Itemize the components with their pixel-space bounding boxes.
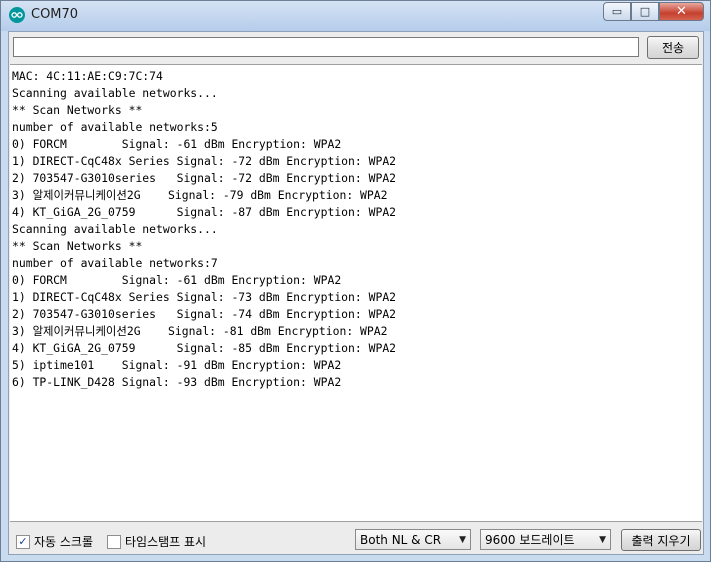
window-title: COM70 bbox=[31, 7, 79, 22]
send-row: 전송 bbox=[11, 36, 701, 60]
output-line: 2) 703547-G3010series Signal: -72 dBm En… bbox=[12, 171, 397, 185]
timestamp-label: 타임스탬프 표시 bbox=[125, 535, 207, 549]
arduino-icon bbox=[9, 7, 25, 23]
maximize-icon: □ bbox=[639, 5, 651, 18]
output-line: Scanning available networks... bbox=[12, 222, 218, 236]
maximize-button[interactable]: □ bbox=[631, 2, 659, 21]
output-line: 1) DIRECT-CqC48x Series Signal: -73 dBm … bbox=[12, 290, 397, 304]
output-line: 4) KT_GiGA_2G_0759 Signal: -87 dBm Encry… bbox=[12, 205, 397, 219]
minimize-button[interactable]: ▭ bbox=[603, 2, 631, 21]
minimize-icon: ▭ bbox=[611, 5, 623, 18]
timestamp-checkbox-box[interactable] bbox=[107, 534, 121, 549]
serial-output[interactable]: MAC: 4C:11:AE:C9:7C:74 Scanning available… bbox=[10, 64, 702, 522]
chevron-down-icon: ▼ bbox=[599, 534, 606, 545]
output-line: ** Scan Networks ** bbox=[12, 103, 143, 117]
output-line: 1) DIRECT-CqC48x Series Signal: -72 dBm … bbox=[12, 154, 397, 168]
close-icon: ✕ bbox=[676, 4, 687, 19]
autoscroll-checkbox[interactable]: ✓ 자동 스크롤 bbox=[16, 533, 93, 550]
baud-rate-value: 9600 보드레이트 bbox=[485, 533, 575, 547]
output-line: 6) TP-LINK_D428 Signal: -93 dBm Encrypti… bbox=[12, 375, 342, 389]
output-line: ** Scan Networks ** bbox=[12, 239, 143, 253]
output-line: MAC: 4C:11:AE:C9:7C:74 bbox=[12, 69, 163, 83]
send-input[interactable] bbox=[13, 37, 639, 57]
line-ending-value: Both NL & CR bbox=[360, 532, 442, 547]
output-line: 0) FORCM Signal: -61 dBm Encryption: WPA… bbox=[12, 137, 342, 151]
line-ending-select[interactable]: Both NL & CR ▼ bbox=[355, 529, 471, 550]
close-button[interactable]: ✕ bbox=[659, 2, 704, 21]
window-controls: ▭ □ ✕ bbox=[603, 2, 704, 21]
serial-monitor-window: COM70 ▭ □ ✕ 전송 MAC: 4C:11:AE:C9:7C:74 Sca… bbox=[0, 0, 711, 562]
baud-rate-select[interactable]: 9600 보드레이트 ▼ bbox=[480, 529, 611, 550]
serial-monitor-client: 전송 MAC: 4C:11:AE:C9:7C:74 Scanning availa… bbox=[8, 31, 704, 555]
clear-output-button[interactable]: 출력 지우기 bbox=[621, 529, 701, 551]
output-line: number of available networks:5 bbox=[12, 120, 218, 134]
title-bar[interactable]: COM70 ▭ □ ✕ bbox=[1, 1, 710, 31]
output-line: 0) FORCM Signal: -61 dBm Encryption: WPA… bbox=[12, 273, 342, 287]
autoscroll-label: 자동 스크롤 bbox=[34, 535, 94, 549]
output-line: 3) 알제이커뮤니케이션2G Signal: -79 dBm Encryptio… bbox=[12, 188, 388, 202]
chevron-down-icon: ▼ bbox=[459, 534, 466, 545]
output-line: 2) 703547-G3010series Signal: -74 dBm En… bbox=[12, 307, 397, 321]
output-line: number of available networks:7 bbox=[12, 256, 218, 270]
checkmark-icon: ✓ bbox=[18, 534, 28, 548]
autoscroll-checkbox-box[interactable]: ✓ bbox=[16, 534, 30, 549]
footer-bar: ✓ 자동 스크롤 타임스탬프 표시 Both NL & CR ▼ 9600 보드… bbox=[9, 526, 703, 554]
timestamp-checkbox[interactable]: 타임스탬프 표시 bbox=[107, 533, 206, 550]
output-line: Scanning available networks... bbox=[12, 86, 218, 100]
output-line: 5) iptime101 Signal: -91 dBm Encryption:… bbox=[12, 358, 342, 372]
output-line: 3) 알제이커뮤니케이션2G Signal: -81 dBm Encryptio… bbox=[12, 324, 388, 338]
output-line: 4) KT_GiGA_2G_0759 Signal: -85 dBm Encry… bbox=[12, 341, 397, 355]
send-button[interactable]: 전송 bbox=[647, 36, 699, 59]
